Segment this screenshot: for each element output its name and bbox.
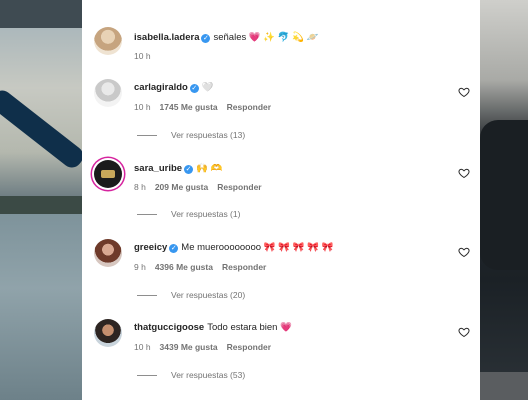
heart-outline-icon[interactable]: [458, 246, 470, 258]
replies-divider: [137, 375, 157, 377]
comments-panel: isabella.ladera ✓ señales 💗 ✨ 🐬 💫 🪐 10 h c…: [82, 0, 480, 400]
replies-divider: [137, 214, 157, 216]
reply-button[interactable]: Responder: [217, 182, 261, 192]
username[interactable]: isabella.ladera: [134, 32, 199, 43]
reply-button[interactable]: Responder: [227, 342, 271, 352]
comment-text: 🙌 🫶: [196, 163, 223, 174]
replies-divider: [137, 295, 157, 297]
avatar[interactable]: [94, 160, 122, 188]
reply-button[interactable]: Responder: [227, 102, 271, 112]
avatar[interactable]: [94, 27, 122, 55]
comment-meta: 10 h 1745 Me gusta Responder: [134, 102, 280, 112]
comment-text: señales 💗 ✨ 🐬 💫 🪐: [213, 32, 319, 43]
comment-line: greeicy ✓ Me mueroooooooo 🎀 🎀 🎀 🎀 🎀: [134, 242, 333, 253]
username[interactable]: carlagiraldo: [134, 82, 188, 93]
heart-outline-icon[interactable]: [458, 86, 470, 98]
comment-meta: 8 h 209 Me gusta Responder: [134, 182, 271, 192]
avatar-logo: [101, 170, 115, 178]
view-replies-label: Ver respuestas (13): [171, 130, 246, 140]
verified-badge-icon: ✓: [169, 244, 179, 253]
username[interactable]: thatguccigoose: [134, 322, 204, 333]
comment-line: thatguccigoose Todo estara bien 💗: [134, 322, 292, 333]
reply-button[interactable]: Responder: [222, 262, 266, 272]
background-thumbnail: [480, 372, 528, 400]
view-replies-button[interactable]: Ver respuestas (1): [137, 209, 240, 219]
background-shape: [480, 120, 528, 270]
verified-badge-icon: ✓: [184, 165, 194, 174]
like-count[interactable]: 4396 Me gusta: [155, 262, 213, 272]
heart-outline-icon[interactable]: [458, 326, 470, 338]
comment-meta: 10 h: [134, 51, 160, 61]
comment-text: Todo estara bien 💗: [207, 322, 292, 333]
like-count[interactable]: 1745 Me gusta: [160, 102, 218, 112]
comment-text: Me mueroooooooo 🎀 🎀 🎀 🎀 🎀: [181, 242, 334, 253]
background-video-right: [480, 0, 528, 400]
background-paddle: [0, 86, 82, 172]
comment-line: sara_uribe ✓ 🙌 🫶: [134, 163, 222, 174]
view-replies-button[interactable]: Ver respuestas (20): [137, 290, 245, 300]
comment-line: isabella.ladera ✓ señales 💗 ✨ 🐬 💫 🪐: [134, 32, 319, 43]
timestamp: 10 h: [134, 342, 151, 352]
background-video-left: [0, 0, 82, 400]
comment-meta: 10 h 3439 Me gusta Responder: [134, 342, 280, 352]
avatar[interactable]: [94, 239, 122, 267]
timestamp: 8 h: [134, 182, 146, 192]
view-replies-label: Ver respuestas (1): [171, 209, 241, 219]
view-replies-button[interactable]: Ver respuestas (53): [137, 370, 245, 380]
background-shore: [0, 196, 82, 214]
avatar[interactable]: [94, 319, 122, 347]
view-replies-label: Ver respuestas (53): [171, 370, 246, 380]
username[interactable]: greeicy: [134, 242, 167, 253]
background-top-strip: [0, 0, 82, 28]
timestamp: 10 h: [134, 102, 151, 112]
background-water: [0, 214, 82, 400]
comment-meta: 9 h 4396 Me gusta Responder: [134, 262, 275, 272]
view-replies-label: Ver respuestas (20): [171, 290, 246, 300]
comment-line: carlagiraldo ✓ 🤍: [134, 82, 214, 93]
username[interactable]: sara_uribe: [134, 163, 182, 174]
view-replies-button[interactable]: Ver respuestas (13): [137, 130, 245, 140]
comment-text: 🤍: [201, 82, 214, 93]
verified-badge-icon: ✓: [189, 84, 199, 93]
heart-outline-icon[interactable]: [458, 167, 470, 179]
replies-divider: [137, 135, 157, 137]
like-count[interactable]: 3439 Me gusta: [160, 342, 218, 352]
timestamp: 10 h: [134, 51, 151, 61]
timestamp: 9 h: [134, 262, 146, 272]
avatar[interactable]: [94, 79, 122, 107]
like-count[interactable]: 209 Me gusta: [155, 182, 208, 192]
verified-badge-icon: ✓: [201, 34, 211, 43]
